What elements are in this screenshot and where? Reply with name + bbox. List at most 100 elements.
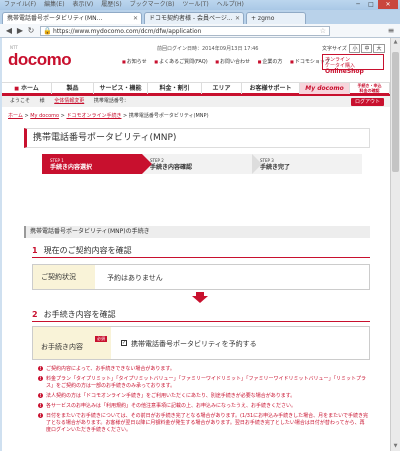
font-size-medium-button[interactable]: 中 bbox=[361, 44, 373, 53]
menu-history[interactable]: 履歴(S) bbox=[101, 1, 122, 8]
header-link-news[interactable]: お知らせ bbox=[122, 59, 147, 65]
nav-mydocomo[interactable]: My docomo bbox=[300, 83, 350, 94]
header-link-contact[interactable]: お問い合わせ bbox=[215, 59, 250, 65]
menu-help[interactable]: ヘルプ(H) bbox=[217, 1, 244, 8]
menu-view[interactable]: 表示(V) bbox=[72, 1, 93, 8]
section-title: お手続き内容を確認 bbox=[43, 310, 116, 319]
note-item: 料金プラン「タイプリミット」「タイプリミットバリュー」「ファミリーワイドリミット… bbox=[38, 376, 368, 390]
page-scrollbar[interactable]: ▲ ▼ bbox=[390, 38, 400, 451]
note-item: ご契約内容によって、お手続きできない場合があります。 bbox=[38, 366, 368, 373]
tab-label: 携帯電話番号ポータビリティ(MN... bbox=[7, 15, 103, 22]
step-number: STEP 1 bbox=[50, 158, 64, 163]
step-label: 手続き内容確認 bbox=[150, 164, 193, 171]
section-divider bbox=[32, 257, 370, 258]
close-window-button[interactable]: ✕ bbox=[378, 0, 398, 9]
procedure-label: お手続き内容 bbox=[33, 327, 111, 359]
url-input[interactable]: 🔒 https://www.mydocomo.com/dcm/dfw/appli… bbox=[40, 26, 330, 36]
account-info-link[interactable]: 全体情報変更 bbox=[54, 98, 84, 104]
close-tab-icon[interactable]: ✕ bbox=[133, 13, 138, 24]
nav-products[interactable]: 製品 bbox=[52, 83, 94, 94]
menu-file[interactable]: ファイル(F) bbox=[4, 1, 36, 8]
site-header: NTT docomo 前回ログイン日時：2014年09月13日 17:46 文字… bbox=[2, 38, 390, 82]
step-label: 手続き内容選択 bbox=[50, 164, 93, 171]
nav-area[interactable]: エリア bbox=[202, 83, 242, 94]
note-item: 法人契約の方は「ドコモオンライン手続き」をご利用いただくにあたり、別途手続きが必… bbox=[38, 393, 368, 400]
sub-nav: ようこそ 様 全体情報変更 携帯電話番号： ログアウト bbox=[2, 96, 390, 107]
tab-mnp[interactable]: 携帯電話番号ポータビリティ(MN... ✕ bbox=[2, 12, 142, 24]
bookmark-star-icon[interactable]: ☆ bbox=[320, 27, 326, 35]
step-number: STEP 3 bbox=[260, 158, 274, 163]
menu-bookmarks[interactable]: ブックマーク(B) bbox=[130, 1, 175, 8]
font-size-label: 文字サイズ bbox=[322, 46, 347, 52]
nav-procedures[interactable]: 手続き・申込 料金の確認 bbox=[350, 83, 390, 94]
user-name-suffix: 様 bbox=[39, 98, 45, 104]
browser-window: ファイル(F) 編集(E) 表示(V) 履歴(S) ブックマーク(B) ツール(… bbox=[0, 0, 400, 451]
header-link-faq[interactable]: よくあるご質問(FAQ) bbox=[154, 59, 207, 65]
close-tab-icon[interactable]: ✕ bbox=[235, 13, 240, 24]
tab-member-page[interactable]: ドコモ契約者様 - 会員ページ... ✕ bbox=[144, 12, 244, 24]
step-arrow-icon bbox=[252, 154, 262, 174]
logout-button[interactable]: ログアウト bbox=[350, 98, 384, 106]
font-size-small-button[interactable]: 小 bbox=[349, 44, 361, 53]
tab-new[interactable]: + zgmo bbox=[246, 12, 306, 24]
address-bar: ◀ ▶ ↻ 🔒 https://www.mydocomo.com/dcm/dfw… bbox=[0, 24, 400, 38]
nav-support[interactable]: お客様サポート bbox=[242, 83, 300, 94]
breadcrumb-online-procedures[interactable]: ドコモオンライン手続き bbox=[66, 113, 121, 119]
section-1-heading: 1 現在のご契約内容を確認 bbox=[32, 245, 132, 256]
section-bar: 携帯電話番号ポータビリティ(MNP)の手続き bbox=[24, 226, 370, 238]
notes-list: ご契約内容によって、お手続きできない場合があります。 料金プラン「タイプリミット… bbox=[38, 366, 368, 437]
greeting: ようこそ bbox=[10, 98, 31, 104]
online-shop-brand: OnlineShop bbox=[325, 68, 364, 75]
down-arrow-icon bbox=[192, 292, 208, 303]
docomo-logo[interactable]: docomo bbox=[8, 50, 72, 70]
minimize-button[interactable]: ─ bbox=[352, 0, 364, 9]
global-nav: ホーム 製品 サービス・機能 料金・割引 エリア お客様サポート My doco… bbox=[2, 82, 390, 96]
window-controls: ─ □ ✕ bbox=[351, 0, 398, 10]
nav-home[interactable]: ホーム bbox=[2, 83, 52, 94]
menu-tools[interactable]: ツール(T) bbox=[182, 1, 208, 8]
step-1: STEP 1 手続き内容選択 bbox=[42, 154, 152, 174]
back-arrow-icon[interactable]: ◀ bbox=[4, 26, 14, 36]
tab-bar: 携帯電話番号ポータビリティ(MN... ✕ ドコモ契約者様 - 会員ページ...… bbox=[0, 10, 400, 24]
scroll-thumb[interactable] bbox=[392, 52, 399, 172]
breadcrumb: ホーム > My docomo > ドコモオンライン手続き > 携帯電話番号ポー… bbox=[8, 113, 209, 119]
procedure-box: お手続き内容 必須 ✓ 携帯電話番号ポータビリティを予約する bbox=[32, 326, 370, 360]
forward-arrow-icon[interactable]: ▶ bbox=[15, 26, 25, 36]
nav-mydocomo-label: My docomo bbox=[305, 85, 344, 92]
font-size-control: 文字サイズ 小中大 bbox=[322, 44, 385, 53]
note-item: 各サービスのお申込みは「利用規約」その他注意事項に記載の上、お申込みになったうえ… bbox=[38, 403, 368, 410]
note-item: 日付をまたいでお手続きについては、その前日がお手続き完了となる場合があります。(… bbox=[38, 413, 368, 434]
phone-number-label: 携帯電話番号： bbox=[93, 98, 129, 104]
header-link-business[interactable]: 企業の方 bbox=[258, 59, 283, 65]
required-badge: 必須 bbox=[95, 336, 107, 342]
step-arrow-icon bbox=[142, 154, 152, 174]
breadcrumb-current: 携帯電話番号ポータビリティ(MNP) bbox=[128, 113, 209, 119]
section-number: 1 bbox=[32, 246, 38, 255]
menu-edit[interactable]: 編集(E) bbox=[44, 1, 64, 8]
url-text: https://www.mydocomo.com/dcm/dfw/applica… bbox=[53, 28, 202, 35]
last-login-time: 前回ログイン日時：2014年09月13日 17:46 bbox=[157, 46, 259, 52]
scroll-up-icon[interactable]: ▲ bbox=[391, 38, 400, 47]
section-divider bbox=[32, 321, 370, 322]
maximize-button[interactable]: □ bbox=[365, 0, 377, 9]
menu-bar: ファイル(F) 編集(E) 表示(V) 履歴(S) ブックマーク(B) ツール(… bbox=[0, 0, 400, 10]
page-title: 携帯電話番号ポータビリティ(MNP) bbox=[24, 128, 370, 148]
browser-menu-icon[interactable]: ≡ bbox=[386, 26, 396, 36]
page-content: NTT docomo 前回ログイン日時：2014年09月13日 17:46 文字… bbox=[2, 38, 390, 451]
nav-services[interactable]: サービス・機能 bbox=[94, 83, 148, 94]
reload-icon[interactable]: ↻ bbox=[26, 26, 36, 36]
nav-pricing[interactable]: 料金・割引 bbox=[148, 83, 202, 94]
online-shop-banner[interactable]: オンライン ケータイ購入 OnlineShop bbox=[322, 54, 384, 75]
contract-status-value: 予約はありません bbox=[107, 274, 163, 282]
mnp-checkbox[interactable]: ✓ bbox=[121, 340, 127, 346]
step-3: STEP 3 手続き完了 bbox=[252, 154, 362, 174]
breadcrumb-home[interactable]: ホーム bbox=[8, 113, 23, 119]
section-title: 現在のご契約内容を確認 bbox=[43, 246, 132, 255]
step-indicator: STEP 1 手続き内容選択 STEP 2 手続き内容確認 STEP 3 手続き… bbox=[42, 154, 362, 174]
section-number: 2 bbox=[32, 310, 38, 319]
breadcrumb-mydocomo[interactable]: My docomo bbox=[30, 113, 59, 119]
font-size-large-button[interactable]: 大 bbox=[373, 44, 385, 53]
scroll-down-icon[interactable]: ▼ bbox=[391, 442, 400, 451]
step-2: STEP 2 手続き内容確認 bbox=[142, 154, 262, 174]
mnp-option-label[interactable]: 携帯電話番号ポータビリティを予約する bbox=[131, 339, 257, 349]
